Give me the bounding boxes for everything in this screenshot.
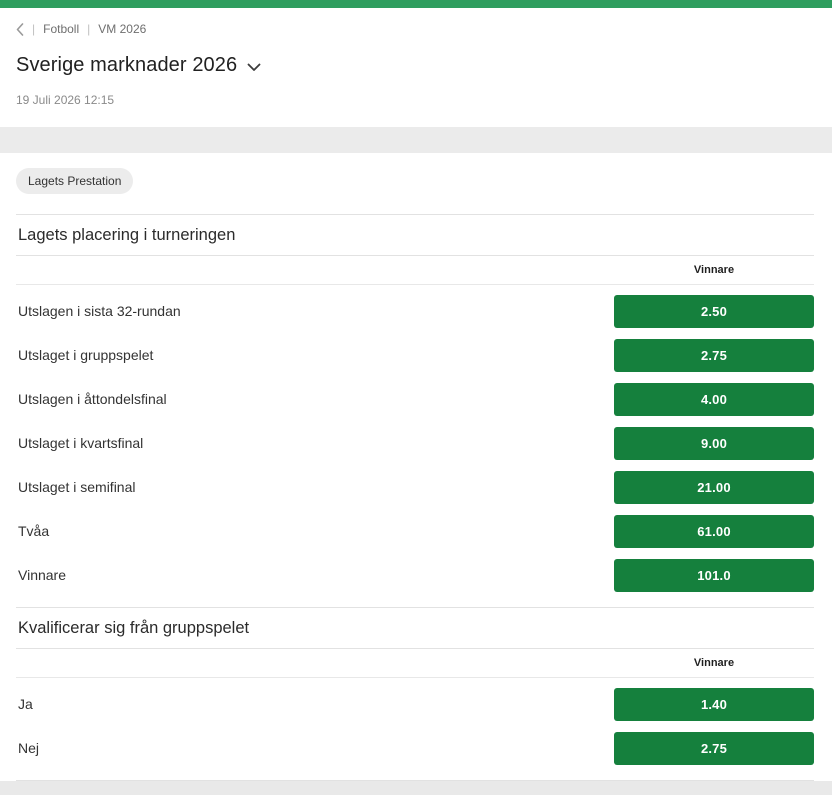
market-rows: Utslagen i sista 32-rundan 2.50 Utslaget…: [16, 285, 814, 607]
market-row: Utslagen i sista 32-rundan 2.50: [16, 289, 814, 333]
section-title: Kvalificerar sig från gruppspelet: [16, 608, 814, 649]
market-label: Utslagen i sista 32-rundan: [18, 303, 181, 319]
column-header-vinnare: Vinnare: [693, 657, 735, 669]
market-label: Utslaget i semifinal: [18, 479, 136, 495]
odds-button[interactable]: 2.75: [614, 338, 814, 372]
market-row: Ja 1.40: [16, 682, 814, 726]
column-header-row: Vinnare: [16, 649, 814, 678]
odds-button[interactable]: 2.75: [614, 731, 814, 765]
back-chevron-icon[interactable]: [16, 22, 24, 36]
market-row: Nej 2.75: [16, 726, 814, 770]
market-row: Utslaget i kvartsfinal 9.00: [16, 421, 814, 465]
market-section-kvalificerar: Kvalificerar sig från gruppspelet Vinnar…: [16, 607, 814, 780]
odds-button[interactable]: 4.00: [614, 382, 814, 416]
event-datetime: 19 Juli 2026 12:15: [16, 93, 115, 107]
market-row: Utslagen i åttondelsfinal 4.00: [16, 377, 814, 421]
separator-band: [0, 127, 832, 153]
title-row: Sverige marknader 2026: [16, 54, 816, 77]
section-title: Lagets placering i turneringen: [16, 215, 814, 256]
markets-panel: Lagets Prestation Lagets placering i tur…: [0, 153, 832, 781]
market-row: Tvåa 61.00: [16, 509, 814, 553]
market-label: Vinnare: [18, 567, 67, 583]
odds-button[interactable]: 2.50: [614, 294, 814, 328]
odds-button[interactable]: 9.00: [614, 426, 814, 460]
odds-button[interactable]: 101.0: [614, 558, 814, 592]
chevron-down-icon[interactable]: [247, 63, 261, 72]
market-section-placering: Lagets placering i turneringen Vinnare U…: [16, 214, 814, 607]
odds-button[interactable]: 21.00: [614, 470, 814, 504]
page: | Fotboll | VM 2026 Sverige marknader 20…: [0, 0, 832, 795]
odds-button[interactable]: 61.00: [614, 514, 814, 548]
breadcrumb-item-fotboll[interactable]: Fotboll: [43, 22, 79, 36]
market-label: Tvåa: [18, 523, 50, 539]
tab-lagets-prestation[interactable]: Lagets Prestation: [16, 168, 134, 194]
bottom-band: [0, 781, 832, 795]
top-accent-bar: [0, 0, 832, 8]
market-label: Ja: [18, 696, 33, 712]
market-label: Utslaget i gruppspelet: [18, 347, 154, 363]
market-row: Utslaget i gruppspelet 2.75: [16, 333, 814, 377]
market-label: Utslaget i kvartsfinal: [18, 435, 144, 451]
breadcrumb-item-vm-2026[interactable]: VM 2026: [98, 22, 146, 36]
column-header-vinnare: Vinnare: [693, 264, 735, 276]
column-header-row: Vinnare: [16, 256, 814, 285]
tab-row: Lagets Prestation: [16, 153, 814, 214]
breadcrumb: | Fotboll | VM 2026: [16, 22, 816, 36]
market-label: Utslagen i åttondelsfinal: [18, 391, 167, 407]
market-row: Utslaget i semifinal 21.00: [16, 465, 814, 509]
market-label: Nej: [18, 740, 40, 756]
page-header: | Fotboll | VM 2026 Sverige marknader 20…: [0, 8, 832, 127]
odds-button[interactable]: 1.40: [614, 687, 814, 721]
market-row: Vinnare 101.0: [16, 553, 814, 597]
page-title: Sverige marknader 2026: [16, 54, 238, 76]
breadcrumb-separator: |: [87, 22, 91, 36]
breadcrumb-separator: |: [32, 22, 36, 36]
market-rows: Ja 1.40 Nej 2.75: [16, 678, 814, 780]
